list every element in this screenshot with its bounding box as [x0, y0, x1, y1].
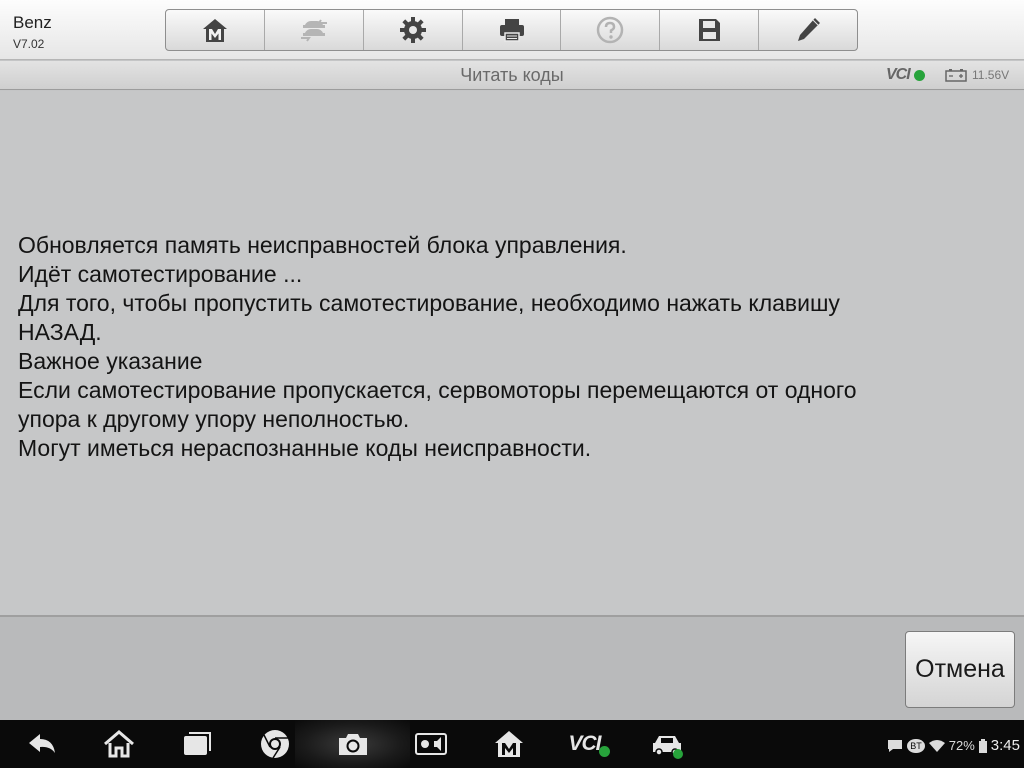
brightness-volume-icon	[415, 733, 447, 755]
printer-icon	[499, 19, 524, 42]
bluetooth-label: BT	[907, 738, 925, 753]
save-button[interactable]	[660, 10, 760, 50]
message-line: упора к другому упору неполностью.	[18, 406, 410, 432]
vci-status-label: VCI	[886, 66, 911, 83]
camera-button[interactable]	[325, 720, 381, 768]
vci-nav-button[interactable]: VCI	[559, 720, 619, 768]
print-button[interactable]	[463, 10, 562, 50]
back-button[interactable]	[14, 720, 70, 768]
help-button[interactable]	[561, 10, 661, 50]
message-line: Идёт самотестирование ...	[18, 261, 303, 287]
battery-icon	[978, 738, 987, 753]
home-icon	[104, 730, 134, 758]
camera-icon	[339, 734, 367, 755]
message-icon	[888, 739, 903, 752]
home-nav-button[interactable]	[91, 720, 147, 768]
battery-voltage: 11.56V	[972, 68, 1010, 82]
home-m-icon	[495, 731, 523, 757]
brightness-volume-button[interactable]	[403, 720, 459, 768]
autel-home-button[interactable]	[481, 720, 537, 768]
back-arrow-icon	[29, 734, 55, 753]
software-version: V7.02	[13, 37, 45, 51]
cancel-button[interactable]: Отмена	[905, 631, 1015, 708]
car-battery-icon	[945, 69, 967, 82]
car-icon	[653, 736, 683, 759]
wifi-icon	[928, 739, 945, 752]
save-icon	[699, 19, 721, 41]
edit-button[interactable]	[759, 10, 857, 50]
title-bar: Читать коды VCI 11.56V	[0, 61, 1024, 90]
clock: 3:45	[990, 737, 1020, 754]
brand-block: Benz V7.02	[13, 13, 52, 51]
main-toolbar	[165, 9, 858, 51]
vci-connected-icon	[598, 745, 610, 757]
settings-button[interactable]	[364, 10, 463, 50]
brand-name: Benz	[13, 13, 52, 32]
message-line: Для того, чтобы пропустить самотестирова…	[18, 290, 840, 316]
vehicle-connection-button[interactable]	[637, 720, 697, 768]
message-text: Обновляется память неисправностей блока …	[18, 231, 978, 463]
message-panel: Обновляется память неисправностей блока …	[0, 91, 1024, 615]
recent-apps-icon	[184, 732, 211, 755]
chrome-button[interactable]	[247, 720, 303, 768]
vci-connected-icon	[914, 70, 925, 81]
message-line: НАЗАД.	[18, 319, 102, 345]
message-line: Важное указание	[18, 348, 203, 374]
top-bar: Benz V7.02	[0, 0, 1024, 60]
vehicle-swap-button[interactable]	[265, 10, 364, 50]
help-icon	[597, 16, 624, 44]
status-bar: BT 72% 3:45	[887, 737, 1020, 754]
message-line: Если самотестирование пропускается, серв…	[18, 377, 857, 403]
home-button[interactable]	[166, 10, 265, 50]
vehicle-swap-icon	[300, 19, 327, 42]
home-m-icon	[202, 19, 227, 42]
recent-apps-button[interactable]	[169, 720, 225, 768]
system-nav-bar: VCI BT 72% 3:45	[0, 720, 1024, 768]
message-line: Могут иметься нераспознанные коды неиспр…	[18, 435, 592, 461]
chrome-icon	[261, 730, 289, 759]
pencil-icon	[798, 18, 821, 41]
gear-icon	[399, 17, 426, 43]
page-title: Читать коды	[460, 65, 564, 85]
action-bar: Отмена	[0, 615, 1024, 720]
vci-nav-label: VCI	[568, 732, 601, 755]
message-line: Обновляется память неисправностей блока …	[18, 232, 627, 258]
battery-percent: 72%	[948, 738, 975, 753]
